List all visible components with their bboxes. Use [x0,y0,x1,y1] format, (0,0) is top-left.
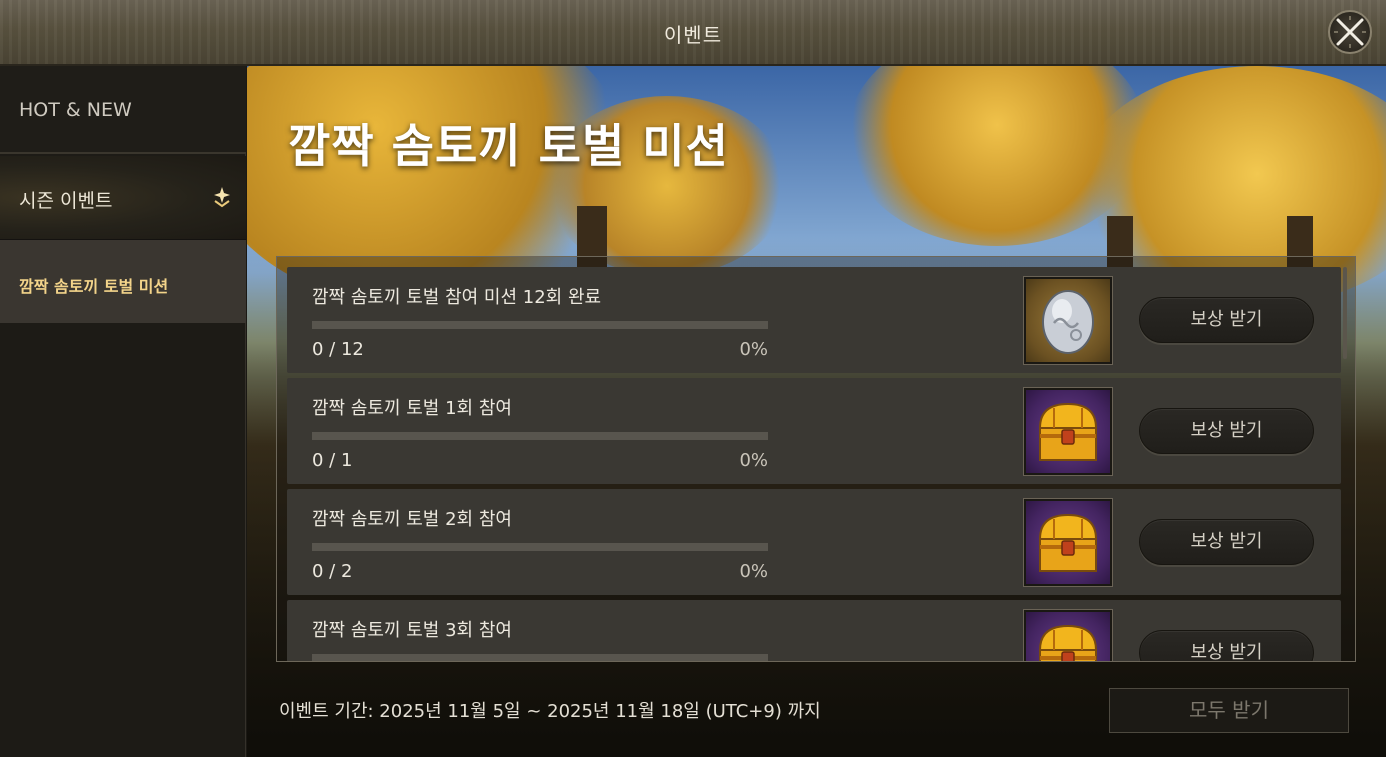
event-title: 깜짝 솜토끼 토벌 미션 [288,119,729,173]
claim-reward-button[interactable]: 보상 받기 [1139,519,1314,565]
claim-reward-button[interactable]: 보상 받기 [1139,297,1314,343]
event-main-panel: 깜짝 솜토끼 토벌 미션 깜짝 솜토끼 토벌 참여 미션 12회 완료 0 / … [247,66,1386,757]
treasure-chest-icon [1038,513,1098,572]
mission-row: 깜짝 솜토끼 토벌 2회 참여 0 / 2 0% 보상 받기 [287,489,1341,595]
mission-progress-bar [312,321,768,329]
egg-icon [1042,290,1094,354]
mission-progress-bar [312,432,768,440]
mission-title: 깜짝 솜토끼 토벌 참여 미션 12회 완료 [312,287,602,308]
event-sidebar: HOT & NEW 시즌 이벤트 깜짝 솜토끼 토벌 미션 [0,66,246,757]
claim-all-button[interactable]: 모두 받기 [1109,688,1349,733]
claim-reward-button[interactable]: 보상 받기 [1139,630,1314,661]
mission-title: 깜짝 솜토끼 토벌 3회 참여 [312,620,512,641]
mission-progress-bar [312,543,768,551]
sidebar-item-label: 깜짝 솜토끼 토벌 미션 [19,277,169,296]
treasure-chest-icon [1038,624,1098,661]
mission-count: 0 / 2 [312,561,353,582]
sidebar-item-label: HOT & NEW [19,99,132,121]
mission-row: 깜짝 솜토끼 토벌 1회 참여 0 / 1 0% 보상 받기 [287,378,1341,484]
mission-count: 0 / 12 [312,339,364,360]
claim-reward-button[interactable]: 보상 받기 [1139,408,1314,454]
reward-slot[interactable] [1023,609,1113,661]
mission-row: 깜짝 솜토끼 토벌 3회 참여 보상 받기 [287,600,1341,661]
window-title: 이벤트 [663,23,723,47]
sparkle-chevron-icon [214,187,230,208]
close-icon [1334,16,1366,48]
sidebar-item-rabbit-mission[interactable]: 깜짝 솜토끼 토벌 미션 [0,240,246,323]
sidebar-item-hot-new[interactable]: HOT & NEW [0,66,246,154]
mission-list-scrollbar[interactable] [1343,267,1347,359]
reward-slot[interactable] [1023,387,1113,476]
mission-list[interactable]: 깜짝 솜토끼 토벌 참여 미션 12회 완료 0 / 12 0% 보상 받기 깜… [276,256,1356,662]
close-button[interactable] [1328,10,1372,54]
mission-percent: 0% [739,450,768,471]
mission-row: 깜짝 솜토끼 토벌 참여 미션 12회 완료 0 / 12 0% 보상 받기 [287,267,1341,373]
reward-slot[interactable] [1023,498,1113,587]
mission-progress-bar [312,654,768,661]
sidebar-item-season-event[interactable]: 시즌 이벤트 [0,156,246,240]
event-period: 이벤트 기간: 2025년 11월 5일 ~ 2025년 11월 18일 (UT… [279,701,821,722]
mission-count: 0 / 1 [312,450,353,471]
mission-title: 깜짝 솜토끼 토벌 2회 참여 [312,509,512,530]
sidebar-item-label: 시즌 이벤트 [19,190,113,212]
title-bar: 이벤트 [0,0,1386,66]
mission-title: 깜짝 솜토끼 토벌 1회 참여 [312,398,512,419]
reward-slot[interactable] [1023,276,1113,365]
mission-percent: 0% [739,561,768,582]
treasure-chest-icon [1038,402,1098,461]
mission-percent: 0% [739,339,768,360]
